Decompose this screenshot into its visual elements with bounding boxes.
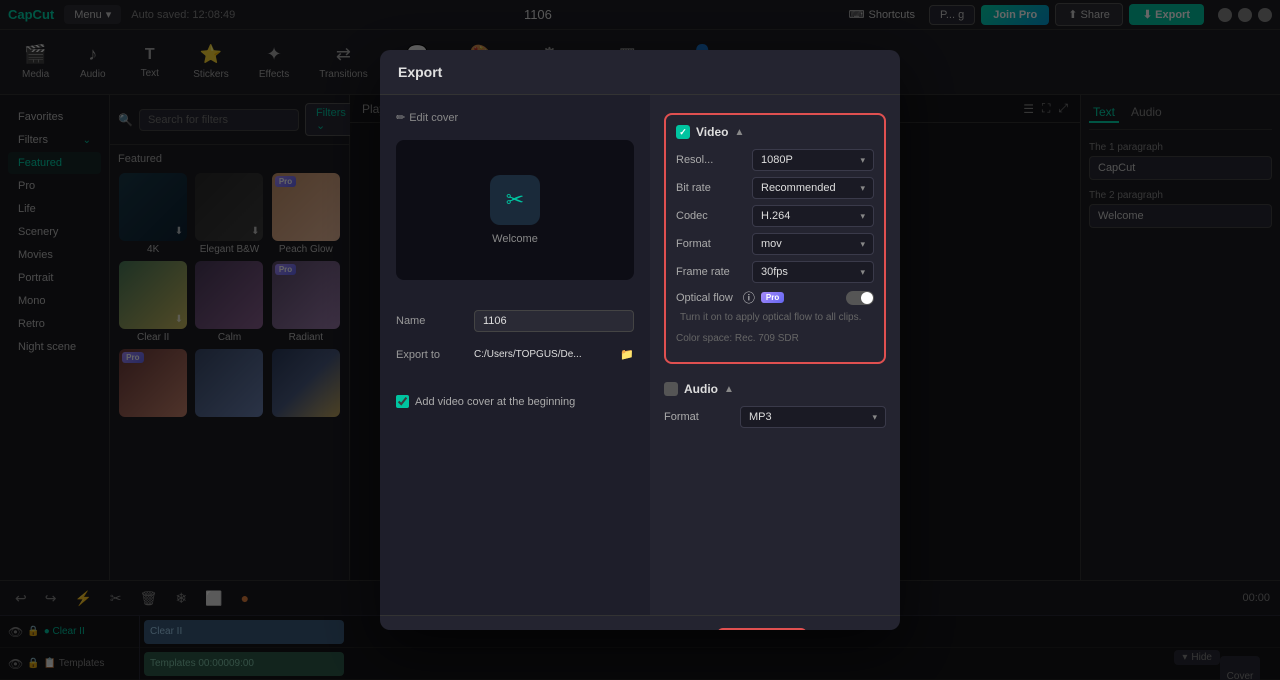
export-modal-button[interactable]: Export xyxy=(717,628,807,630)
color-space-label: Color space: Rec. 709 SDR xyxy=(676,333,874,344)
resolution-label: Resol... xyxy=(676,154,746,166)
add-cover-label: Add video cover at the beginning xyxy=(415,396,575,408)
setting-row-codec: Codec H.264 ▾ xyxy=(676,205,874,227)
edit-icon: ✏ xyxy=(396,111,405,124)
spacer3 xyxy=(676,323,874,329)
modal-overlay: Export ✏ Edit cover ✂ Welcome Name xyxy=(0,0,1280,680)
add-cover-row: Add video cover at the beginning xyxy=(396,395,634,408)
modal-title: Export xyxy=(398,64,442,80)
codec-select[interactable]: H.264 ▾ xyxy=(752,205,874,227)
name-input[interactable] xyxy=(474,310,634,332)
resolution-select[interactable]: 1080P ▾ xyxy=(752,149,874,171)
video-collapse-icon: ▲ xyxy=(734,127,744,138)
resolution-value: 1080P xyxy=(761,154,793,166)
export-path-text: C:/Users/TOPGUS/De... xyxy=(474,349,616,360)
format-value: mov xyxy=(761,238,782,250)
edit-cover-button[interactable]: ✏ Edit cover xyxy=(396,111,634,124)
spacer2 xyxy=(396,377,634,385)
folder-icon[interactable]: 📁 xyxy=(620,348,634,361)
format-select[interactable]: mov ▾ xyxy=(752,233,874,255)
bitrate-select[interactable]: Recommended ▾ xyxy=(752,177,874,199)
optical-info-icon: ⓘ xyxy=(743,289,755,306)
setting-row-bitrate: Bit rate Recommended ▾ xyxy=(676,177,874,199)
format-chevron-icon: ▾ xyxy=(860,239,865,250)
modal-left: ✏ Edit cover ✂ Welcome Name Export to xyxy=(380,95,650,615)
export-to-label: Export to xyxy=(396,349,466,361)
export-modal: Export ✏ Edit cover ✂ Welcome Name xyxy=(380,50,900,630)
modal-footer: 🎞 Duration: 9s | Size: about 9 MB Export… xyxy=(380,615,900,630)
cancel-modal-button[interactable]: Cancel xyxy=(815,628,884,630)
framerate-select[interactable]: 30fps ▾ xyxy=(752,261,874,283)
modal-header: Export xyxy=(380,50,900,95)
framerate-value: 30fps xyxy=(761,266,788,278)
audio-format-row: Format MP3 ▾ xyxy=(664,406,886,428)
audio-section-title[interactable]: Audio ▲ xyxy=(664,382,886,396)
bitrate-label: Bit rate xyxy=(676,182,746,194)
video-label: Video xyxy=(696,125,728,139)
video-section-title[interactable]: ✓ Video ▲ xyxy=(676,125,874,139)
modal-right: ✓ Video ▲ Resol... 1080P ▾ Bit rate xyxy=(650,95,900,615)
cover-preview-label: Welcome xyxy=(492,233,538,245)
audio-format-chevron-icon: ▾ xyxy=(872,412,877,423)
name-field: Name xyxy=(396,310,634,332)
optical-flow-row: Optical flow ⓘ Pro xyxy=(676,289,874,306)
framerate-label: Frame rate xyxy=(676,266,746,278)
setting-row-resolution: Resol... 1080P ▾ xyxy=(676,149,874,171)
capcut-logo-icon: ✂ xyxy=(490,175,540,225)
setting-row-format: Format mov ▾ xyxy=(676,233,874,255)
video-checkbox[interactable]: ✓ xyxy=(676,125,690,139)
video-section: ✓ Video ▲ Resol... 1080P ▾ Bit rate xyxy=(664,113,886,364)
pro-tag-optical: Pro xyxy=(761,292,784,303)
codec-value: H.264 xyxy=(761,210,790,222)
export-to-value: C:/Users/TOPGUS/De... 📁 xyxy=(474,348,634,361)
add-cover-checkbox[interactable] xyxy=(396,395,409,408)
cover-preview: ✂ Welcome xyxy=(396,140,634,280)
codec-chevron-icon: ▾ xyxy=(860,211,865,222)
audio-format-label: Format xyxy=(664,411,734,423)
name-label: Name xyxy=(396,315,466,327)
optical-flow-toggle[interactable] xyxy=(846,291,874,305)
bitrate-value: Recommended xyxy=(761,182,836,194)
export-to-field: Export to C:/Users/TOPGUS/De... 📁 xyxy=(396,348,634,361)
format-label: Format xyxy=(676,238,746,250)
audio-format-value: MP3 xyxy=(749,411,772,423)
resolution-chevron-icon: ▾ xyxy=(860,155,865,166)
optical-flow-desc: Turn it on to apply optical flow to all … xyxy=(680,312,874,323)
modal-body: ✏ Edit cover ✂ Welcome Name Export to xyxy=(380,95,900,615)
setting-row-framerate: Frame rate 30fps ▾ xyxy=(676,261,874,283)
audio-format-select[interactable]: MP3 ▾ xyxy=(740,406,886,428)
optical-flow-label: Optical flow xyxy=(676,292,733,304)
spacer xyxy=(396,290,634,300)
audio-collapse-icon: ▲ xyxy=(724,384,734,395)
bitrate-chevron-icon: ▾ xyxy=(860,183,865,194)
name-value xyxy=(474,310,634,332)
audio-label: Audio xyxy=(684,382,718,396)
codec-label: Codec xyxy=(676,210,746,222)
footer-actions: Export Cancel xyxy=(717,628,884,630)
framerate-chevron-icon: ▾ xyxy=(860,267,865,278)
audio-checkbox[interactable] xyxy=(664,382,678,396)
audio-section: Audio ▲ Format MP3 ▾ xyxy=(664,372,886,444)
